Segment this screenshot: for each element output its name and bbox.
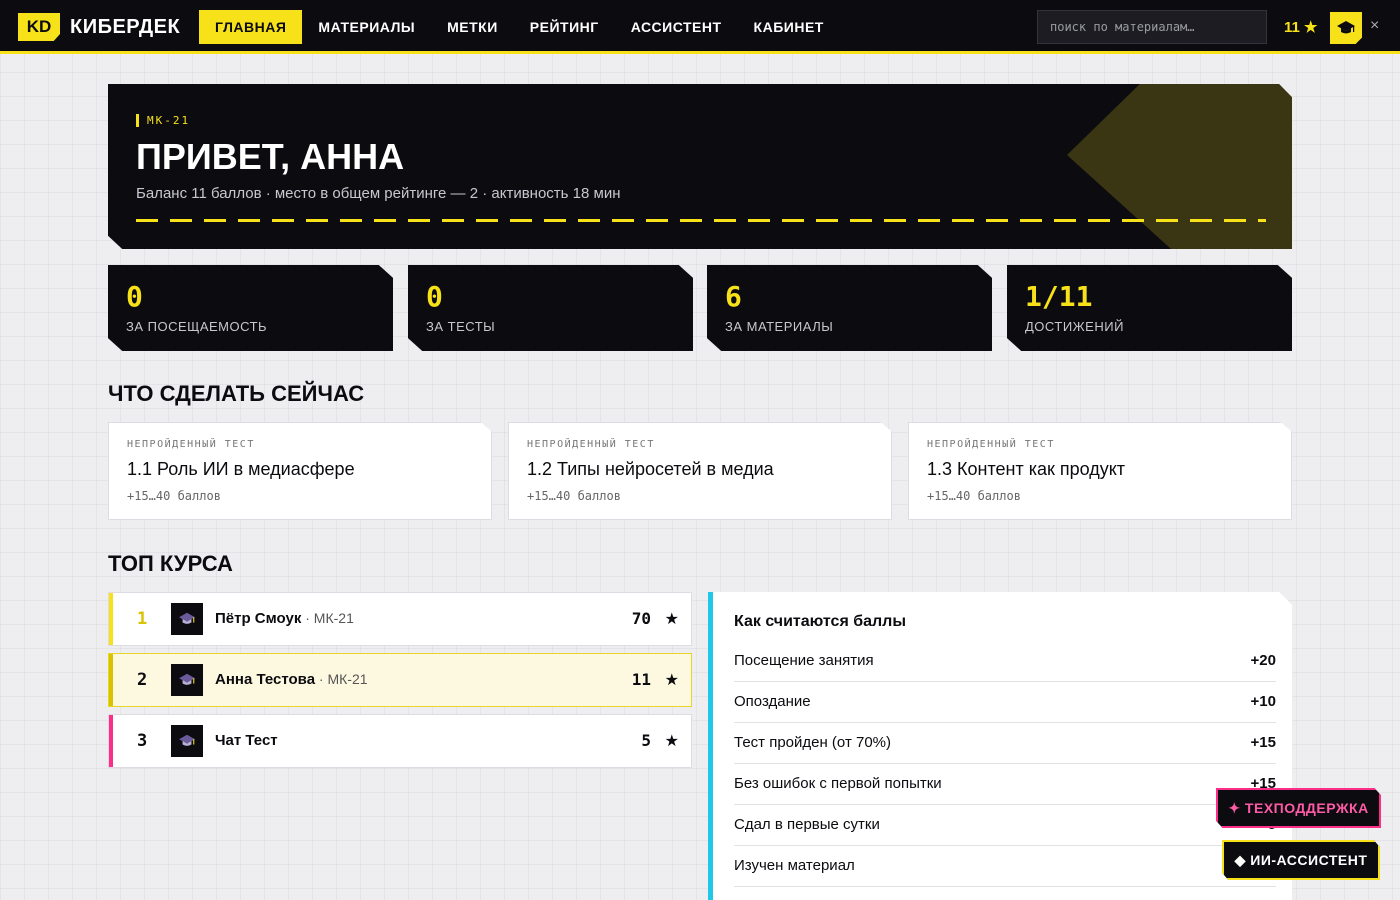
user-score: 11 ★ xyxy=(1284,19,1318,36)
task-card[interactable]: НЕПРОЙДЕННЫЙ ТЕСТ 1.2 Типы нейросетей в … xyxy=(508,422,892,520)
nav-item-tags[interactable]: МЕТКИ xyxy=(431,10,514,44)
todo-title: ЧТО СДЕЛАТЬ СЕЙЧАС xyxy=(108,381,365,406)
rule-value: +20 xyxy=(1250,652,1276,669)
banner-decoration xyxy=(1067,84,1292,249)
task-points: +15…40 баллов xyxy=(127,489,221,503)
rule-label: Посещение занятия xyxy=(734,652,874,669)
rule-row: Посещение занятия +20 xyxy=(734,641,1276,682)
stat-value: 0 xyxy=(426,280,443,313)
student-name-text: Пётр Смоук xyxy=(215,610,302,627)
rank-number: 1 xyxy=(137,609,148,629)
rule-label: Опоздание xyxy=(734,693,811,710)
student-score: 70 xyxy=(631,609,651,628)
search-input[interactable] xyxy=(1037,10,1267,44)
student-name: Анна Тестова · МК-21 xyxy=(215,671,368,688)
star-icon: ★ xyxy=(664,733,679,750)
stat-achievements: 1/11 ДОСТИЖЕНИЙ xyxy=(1007,265,1292,351)
task-card[interactable]: НЕПРОЙДЕННЫЙ ТЕСТ 1.1 Роль ИИ в медиасфе… xyxy=(108,422,492,520)
user-avatar[interactable] xyxy=(1330,12,1362,44)
task-title: 1.2 Типы нейросетей в медиа xyxy=(527,459,774,479)
rule-label: Без ошибок с первой попытки xyxy=(734,775,942,792)
main-nav: ГЛАВНАЯ МАТЕРИАЛЫ МЕТКИ РЕЙТИНГ АССИСТЕН… xyxy=(199,10,840,44)
stat-label: ЗА МАТЕРИАЛЫ xyxy=(725,319,834,334)
group-tag: МК-21 xyxy=(136,114,190,127)
avatar xyxy=(171,725,203,757)
logo-badge: KD xyxy=(18,13,60,41)
task-points: +15…40 баллов xyxy=(527,489,621,503)
stat-materials: 6 ЗА МАТЕРИАЛЫ xyxy=(707,265,992,351)
stat-label: ЗА ТЕСТЫ xyxy=(426,319,496,334)
task-title: 1.3 Контент как продукт xyxy=(927,459,1126,479)
student-name-text: Анна Тестова xyxy=(215,671,316,688)
stat-label: ДОСТИЖЕНИЙ xyxy=(1025,319,1124,334)
rule-label: Тест пройден (от 70%) xyxy=(734,734,891,751)
avatar xyxy=(171,664,203,696)
stat-value: 6 xyxy=(725,280,742,313)
student-score: 5 xyxy=(641,731,651,750)
task-kicker: НЕПРОЙДЕННЫЙ ТЕСТ xyxy=(927,439,1055,450)
task-card[interactable]: НЕПРОЙДЕННЫЙ ТЕСТ 1.3 Контент как продук… xyxy=(908,422,1292,520)
student-name-text: Чат Тест xyxy=(215,732,278,749)
stat-attendance: 0 ЗА ПОСЕЩАЕМОСТЬ xyxy=(108,265,393,351)
support-button[interactable]: ✦ ТЕХПОДДЕРЖКА xyxy=(1216,788,1381,828)
rank-accent xyxy=(109,654,113,706)
page-title: ПРИВЕТ, АННА xyxy=(136,136,405,177)
student-name: Пётр Смоук · МК-21 xyxy=(215,610,354,627)
stat-value: 1/11 xyxy=(1025,280,1093,313)
stat-value: 0 xyxy=(126,280,143,313)
logo-text: КИБЕРДЕК xyxy=(70,15,181,38)
student-name: Чат Тест xyxy=(215,732,278,749)
banner-divider xyxy=(136,219,1266,222)
top-bar: KD КИБЕРДЕК ГЛАВНАЯ МАТЕРИАЛЫ МЕТКИ РЕЙТ… xyxy=(0,0,1400,54)
nav-item-assistant[interactable]: АССИСТЕНТ xyxy=(615,10,738,44)
rule-label: Изучен материал xyxy=(734,857,855,874)
close-icon[interactable]: × xyxy=(1370,17,1379,35)
rule-row: Тест пройден (от 70%) +15 xyxy=(734,723,1276,764)
rank-number: 2 xyxy=(137,670,148,690)
leaderboard-row-current-user[interactable]: 2 Анна Тестова · МК-21 11 ★ xyxy=(108,653,692,707)
nav-item-materials[interactable]: МАТЕРИАЛЫ xyxy=(302,10,431,44)
logo[interactable]: KD КИБЕРДЕК xyxy=(18,13,180,41)
task-kicker: НЕПРОЙДЕННЫЙ ТЕСТ xyxy=(527,439,655,450)
rule-label: Сдал в первые сутки xyxy=(734,816,880,833)
graduation-cap-icon xyxy=(179,734,195,746)
rule-value: +15 xyxy=(1250,734,1276,751)
rank-accent xyxy=(109,593,113,645)
nav-item-home[interactable]: ГЛАВНАЯ xyxy=(199,10,303,44)
task-kicker: НЕПРОЙДЕННЫЙ ТЕСТ xyxy=(127,439,255,450)
leaderboard-row[interactable]: 1 Пётр Смоук · МК-21 70 ★ xyxy=(108,592,692,646)
star-icon: ★ xyxy=(664,672,679,689)
nav-item-cabinet[interactable]: КАБИНЕТ xyxy=(738,10,840,44)
rule-row: Сдал в первые сутки +5 xyxy=(734,805,1276,846)
stat-label: ЗА ПОСЕЩАЕМОСТЬ xyxy=(126,319,268,334)
graduation-cap-icon xyxy=(1337,21,1355,34)
banner-subtitle: Баланс 11 баллов · место в общем рейтинг… xyxy=(136,185,621,202)
rank-accent xyxy=(109,715,113,767)
top-course-title: ТОП КУРСА xyxy=(108,551,233,576)
rules-title: Как считаются баллы xyxy=(734,613,906,630)
rule-value: +10 xyxy=(1250,693,1276,710)
rank-number: 3 xyxy=(137,731,148,751)
rule-row: Опоздание +10 xyxy=(734,682,1276,723)
stat-tests: 0 ЗА ТЕСТЫ xyxy=(408,265,693,351)
rule-row: Изучен материал +1 xyxy=(734,846,1276,887)
task-points: +15…40 баллов xyxy=(927,489,1021,503)
graduation-cap-icon xyxy=(179,673,195,685)
student-group: · МК-21 xyxy=(301,610,354,626)
rule-row: Без ошибок с первой попытки +15 xyxy=(734,764,1276,805)
star-icon: ★ xyxy=(664,611,679,628)
nav-item-rating[interactable]: РЕЙТИНГ xyxy=(514,10,615,44)
task-title: 1.1 Роль ИИ в медиасфере xyxy=(127,459,355,479)
points-rules-panel: Как считаются баллы Посещение занятия +2… xyxy=(708,592,1292,900)
graduation-cap-icon xyxy=(179,612,195,624)
avatar xyxy=(171,603,203,635)
student-group: · МК-21 xyxy=(315,671,368,687)
leaderboard-row[interactable]: 3 Чат Тест 5 ★ xyxy=(108,714,692,768)
welcome-banner: МК-21 ПРИВЕТ, АННА Баланс 11 баллов · ме… xyxy=(108,84,1292,249)
student-score: 11 xyxy=(631,670,651,689)
ai-assistant-button[interactable]: ◆ ИИ-АССИСТЕНТ xyxy=(1222,840,1380,880)
